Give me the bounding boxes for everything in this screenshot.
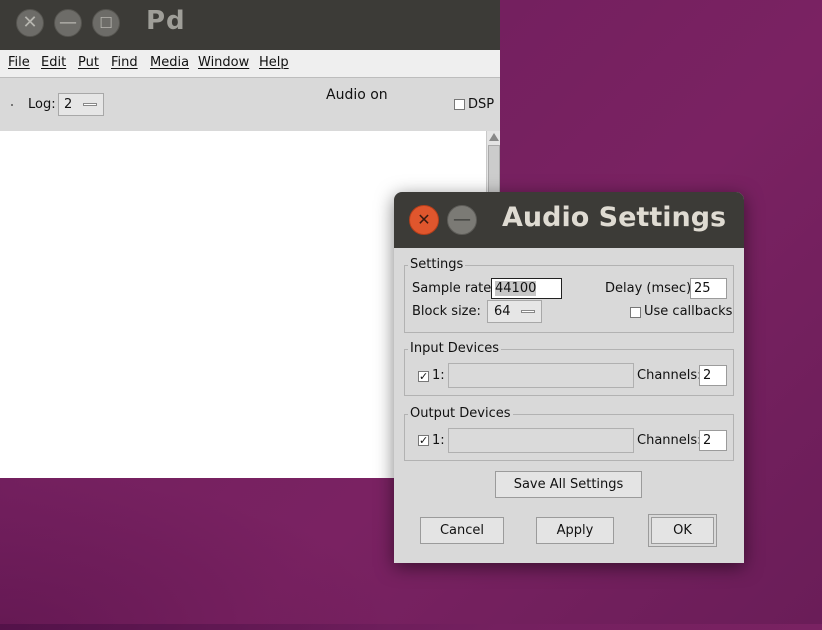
output-device-index: 1: xyxy=(432,433,445,448)
dialog-titlebar: ✕ — Audio Settings xyxy=(394,192,744,248)
menu-find[interactable]: Find xyxy=(111,55,138,70)
pd-titlebar: ✕ — ☐ Pd xyxy=(0,0,500,50)
scroll-up-icon[interactable] xyxy=(489,133,499,141)
menu-edit[interactable]: Edit xyxy=(41,55,66,70)
log-level-value: 2 xyxy=(64,97,73,112)
output-channels-input[interactable]: 2 xyxy=(699,430,727,451)
menu-window[interactable]: Window xyxy=(198,55,249,70)
output-channels-label: Channels: xyxy=(637,433,702,448)
log-label: Log: xyxy=(28,97,56,112)
audio-status: Audio on xyxy=(326,87,388,103)
use-callbacks-label: Use callbacks xyxy=(644,304,733,319)
cancel-button[interactable]: Cancel xyxy=(420,517,504,544)
minimize-icon[interactable]: — xyxy=(447,205,477,235)
log-level-menu[interactable]: 2 xyxy=(58,93,104,116)
status-dot xyxy=(11,104,13,106)
maximize-icon[interactable]: ☐ xyxy=(92,9,120,37)
delay-input[interactable]: 25 xyxy=(690,278,727,299)
output-channels-value: 2 xyxy=(703,433,712,448)
sample-rate-value: 44100 xyxy=(495,281,537,296)
settings-group xyxy=(404,265,734,333)
settings-group-label: Settings xyxy=(408,257,466,272)
menu-help[interactable]: Help xyxy=(259,55,289,70)
input-device-selector[interactable] xyxy=(448,363,634,388)
pd-toolbar: Log: 2 Audio on DSP xyxy=(0,78,500,131)
dsp-label: DSP xyxy=(468,97,495,112)
desktop-background xyxy=(0,470,400,630)
apply-button[interactable]: Apply xyxy=(536,517,614,544)
block-size-label: Block size: xyxy=(412,304,481,319)
input-channels-input[interactable]: 2 xyxy=(699,365,727,386)
menu-indicator-icon xyxy=(83,103,97,106)
close-icon[interactable]: ✕ xyxy=(16,9,44,37)
delay-label: Delay (msec): xyxy=(605,281,696,296)
block-size-value: 64 xyxy=(494,304,511,319)
output-device-selector[interactable] xyxy=(448,428,634,453)
input-channels-value: 2 xyxy=(703,368,712,383)
sample-rate-label: Sample rate: xyxy=(412,281,496,296)
output-devices-label: Output Devices xyxy=(408,406,513,421)
menubar: File Edit Put Find Media Window Help xyxy=(0,50,500,78)
output-device-checkbox[interactable]: ✓ xyxy=(418,435,429,446)
menu-media[interactable]: Media xyxy=(150,55,189,70)
input-device-index: 1: xyxy=(432,368,445,383)
menu-put[interactable]: Put xyxy=(78,55,99,70)
ok-button[interactable]: OK xyxy=(648,514,717,547)
input-channels-label: Channels: xyxy=(637,368,702,383)
sample-rate-input[interactable]: 44100 xyxy=(491,278,562,299)
use-callbacks-checkbox[interactable] xyxy=(630,307,641,318)
dialog-title: Audio Settings xyxy=(502,202,727,233)
minimize-icon[interactable]: — xyxy=(54,9,82,37)
input-devices-label: Input Devices xyxy=(408,341,502,356)
input-device-checkbox[interactable]: ✓ xyxy=(418,371,429,382)
dsp-checkbox[interactable] xyxy=(454,99,465,110)
save-all-settings-button[interactable]: Save All Settings xyxy=(495,471,642,498)
close-icon[interactable]: ✕ xyxy=(409,205,439,235)
window-title: Pd xyxy=(146,6,186,36)
audio-settings-dialog: ✕ — Audio Settings Settings Sample rate:… xyxy=(394,192,744,563)
menu-file[interactable]: File xyxy=(8,55,30,70)
menu-indicator-icon xyxy=(521,310,535,313)
block-size-menu[interactable]: 64 xyxy=(487,300,542,323)
delay-value: 25 xyxy=(694,281,711,296)
